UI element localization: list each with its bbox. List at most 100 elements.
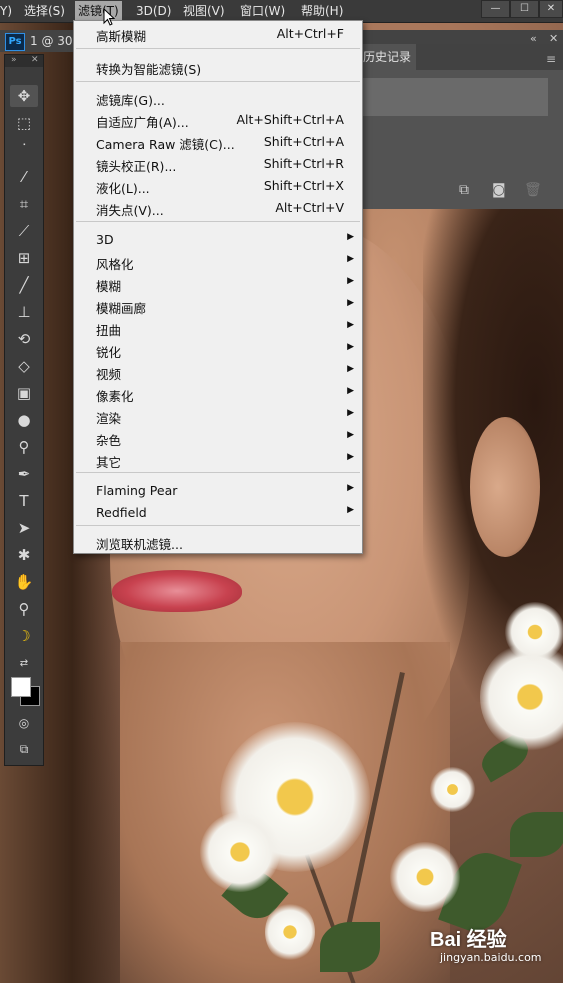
swap-colors-icon[interactable]: ⇄ (10, 653, 38, 675)
menu-item-vanishing-point[interactable]: 消失点(V)... Alt+Ctrl+V (74, 197, 362, 219)
pen-tool-icon[interactable]: ✒ (10, 463, 38, 485)
submenu-arrow-icon: ▶ (347, 408, 354, 418)
menu-item-pixelate[interactable]: 像素化 ▶ (74, 383, 362, 405)
menu-item-convert-smart-filter[interactable]: 转换为智能滤镜(S) (74, 56, 362, 78)
dodge-tool-icon[interactable]: ⚲ (10, 436, 38, 458)
menu-item-label: 其它 (96, 455, 122, 470)
camera-icon[interactable]: ◙ (492, 182, 506, 198)
submenu-arrow-icon: ▶ (347, 386, 354, 396)
submenu-arrow-icon: ▶ (347, 298, 354, 308)
marquee-tool-icon[interactable]: ⬚ (10, 112, 38, 134)
foreground-color-swatch[interactable] (11, 677, 31, 697)
menu-item-video[interactable]: 视频 ▶ (74, 361, 362, 383)
menu-item-liquify[interactable]: 液化(L)... Shift+Ctrl+X (74, 175, 362, 197)
history-brush-tool-icon[interactable]: ⟲ (10, 328, 38, 350)
flower (390, 842, 460, 912)
menu-item-stylize[interactable]: 风格化 ▶ (74, 251, 362, 273)
magic-wand-tool-icon[interactable]: ⁄ (10, 166, 38, 188)
eyedropper-tool-icon[interactable]: ⟋ (10, 220, 38, 242)
menu-select[interactable]: 选择(S) (24, 3, 65, 19)
menu-item-label: 风格化 (96, 257, 134, 272)
menu-item-browse-online-filters[interactable]: 浏览联机滤镜... (74, 531, 362, 553)
menu-separator (76, 81, 360, 82)
toolbar-header[interactable]: » ✕ (5, 55, 43, 67)
menu-item-noise[interactable]: 杂色 ▶ (74, 427, 362, 449)
menu-item-sharpen[interactable]: 锐化 ▶ (74, 339, 362, 361)
baidu-watermark: Bai 经验 jingyan.baidu.com (430, 923, 542, 964)
flower (430, 767, 475, 812)
menu-item-3d[interactable]: 3D ▶ (74, 229, 362, 251)
leaf (510, 812, 563, 857)
menu-item-redfield[interactable]: Redfield ▶ (74, 502, 362, 524)
expand-icon[interactable]: » (11, 55, 17, 65)
menu-item-label: Redfield (96, 505, 147, 520)
close-button[interactable]: ✕ (539, 0, 563, 18)
menu-view[interactable]: 视图(V) (183, 3, 225, 19)
submenu-arrow-icon: ▶ (347, 505, 354, 515)
brush-tool-icon[interactable]: ╱ (10, 274, 38, 296)
menu-item-label: 高斯模糊 (96, 29, 147, 44)
submenu-arrow-icon: ▶ (347, 430, 354, 440)
lasso-tool-icon[interactable]: ᐝ (10, 139, 38, 161)
history-entry[interactable] (362, 78, 548, 116)
menu-item-label: 镜头校正(R)... (96, 159, 177, 174)
menu-item-gaussian-blur[interactable]: 高斯模糊 Alt+Ctrl+F (74, 23, 362, 45)
panel-menu-icon[interactable]: ≡ (546, 52, 556, 66)
screen-mode-icon[interactable]: ⧉ (10, 738, 38, 760)
menu-item-label: 转换为智能滤镜(S) (96, 62, 202, 77)
submenu-arrow-icon: ▶ (347, 364, 354, 374)
menu-item-label: 浏览联机滤镜... (96, 537, 183, 552)
menu-item-shortcut: Alt+Ctrl+F (276, 26, 344, 41)
clone-stamp-tool-icon[interactable]: ⊥ (10, 301, 38, 323)
healing-brush-tool-icon[interactable]: ⊞ (10, 247, 38, 269)
move-tool-icon[interactable]: ✥ (10, 85, 38, 107)
gradient-tool-icon[interactable]: ▣ (10, 382, 38, 404)
menu-item-render[interactable]: 渲染 ▶ (74, 405, 362, 427)
close-icon[interactable]: ✕ (31, 55, 39, 65)
quick-mask-icon[interactable]: ◎ (10, 712, 38, 734)
menu-item-blur-gallery[interactable]: 模糊画廊 ▶ (74, 295, 362, 317)
banana-tool-icon[interactable]: ☽ (10, 625, 38, 647)
submenu-arrow-icon: ▶ (347, 483, 354, 493)
menu-item-other[interactable]: 其它 ▶ (74, 449, 362, 471)
menu-item-lens-correction[interactable]: 镜头校正(R)... Shift+Ctrl+R (74, 153, 362, 175)
path-selection-tool-icon[interactable]: ➤ (10, 517, 38, 539)
tools-panel: » ✕ ✥ ⬚ ᐝ ⁄ ⌗ ⟋ ⊞ ╱ ⊥ ⟲ ◇ ▣ ● ⚲ ✒ T ➤ ✱ … (4, 54, 44, 766)
menu-separator (76, 472, 360, 473)
eraser-tool-icon[interactable]: ◇ (10, 355, 38, 377)
menu-help[interactable]: 帮助(H) (301, 3, 343, 19)
crop-tool-icon[interactable]: ⌗ (10, 193, 38, 215)
tab-history[interactable]: 历史记录 (358, 44, 416, 70)
zoom-tool-icon[interactable]: ⚲ (10, 598, 38, 620)
menu-item-distort[interactable]: 扭曲 ▶ (74, 317, 362, 339)
menu-item-blur[interactable]: 模糊 ▶ (74, 273, 362, 295)
menu-type[interactable]: Y) (0, 3, 12, 19)
submenu-arrow-icon: ▶ (347, 452, 354, 462)
menu-separator (76, 48, 360, 49)
watermark-url: jingyan.baidu.com (440, 951, 542, 964)
document-tab[interactable]: 1 @ 30. (30, 34, 76, 48)
menu-item-label: 锐化 (96, 345, 122, 360)
menu-item-label: 杂色 (96, 433, 122, 448)
menu-item-label: 模糊 (96, 279, 122, 294)
menu-item-label: 模糊画廊 (96, 301, 147, 316)
menu-window[interactable]: 窗口(W) (240, 3, 285, 19)
menu-item-flaming-pear[interactable]: Flaming Pear ▶ (74, 480, 362, 502)
minimize-button[interactable]: — (481, 0, 510, 18)
menu-item-label: 视频 (96, 367, 122, 382)
menu-item-shortcut: Shift+Ctrl+R (263, 156, 344, 171)
menu-item-filter-gallery[interactable]: 滤镜库(G)... (74, 87, 362, 109)
custom-shape-tool-icon[interactable]: ✱ (10, 544, 38, 566)
hand-tool-icon[interactable]: ✋ (10, 571, 38, 593)
menu-item-adaptive-wide-angle[interactable]: 自适应广角(A)... Alt+Shift+Ctrl+A (74, 109, 362, 131)
trash-icon[interactable]: 🗑 (524, 182, 542, 198)
menu-item-label: Flaming Pear (96, 483, 178, 498)
new-snapshot-icon[interactable]: ⧉ (459, 182, 469, 198)
maximize-button[interactable]: ☐ (510, 0, 539, 18)
type-tool-icon[interactable]: T (10, 490, 38, 512)
filter-menu: 高斯模糊 Alt+Ctrl+F 转换为智能滤镜(S) 滤镜库(G)... 自适应… (73, 20, 363, 554)
menu-item-label: Camera Raw 滤镜(C)... (96, 137, 235, 152)
menu-item-camera-raw[interactable]: Camera Raw 滤镜(C)... Shift+Ctrl+A (74, 131, 362, 153)
menu-3d[interactable]: 3D(D) (136, 3, 171, 19)
blur-tool-icon[interactable]: ● (10, 409, 38, 431)
